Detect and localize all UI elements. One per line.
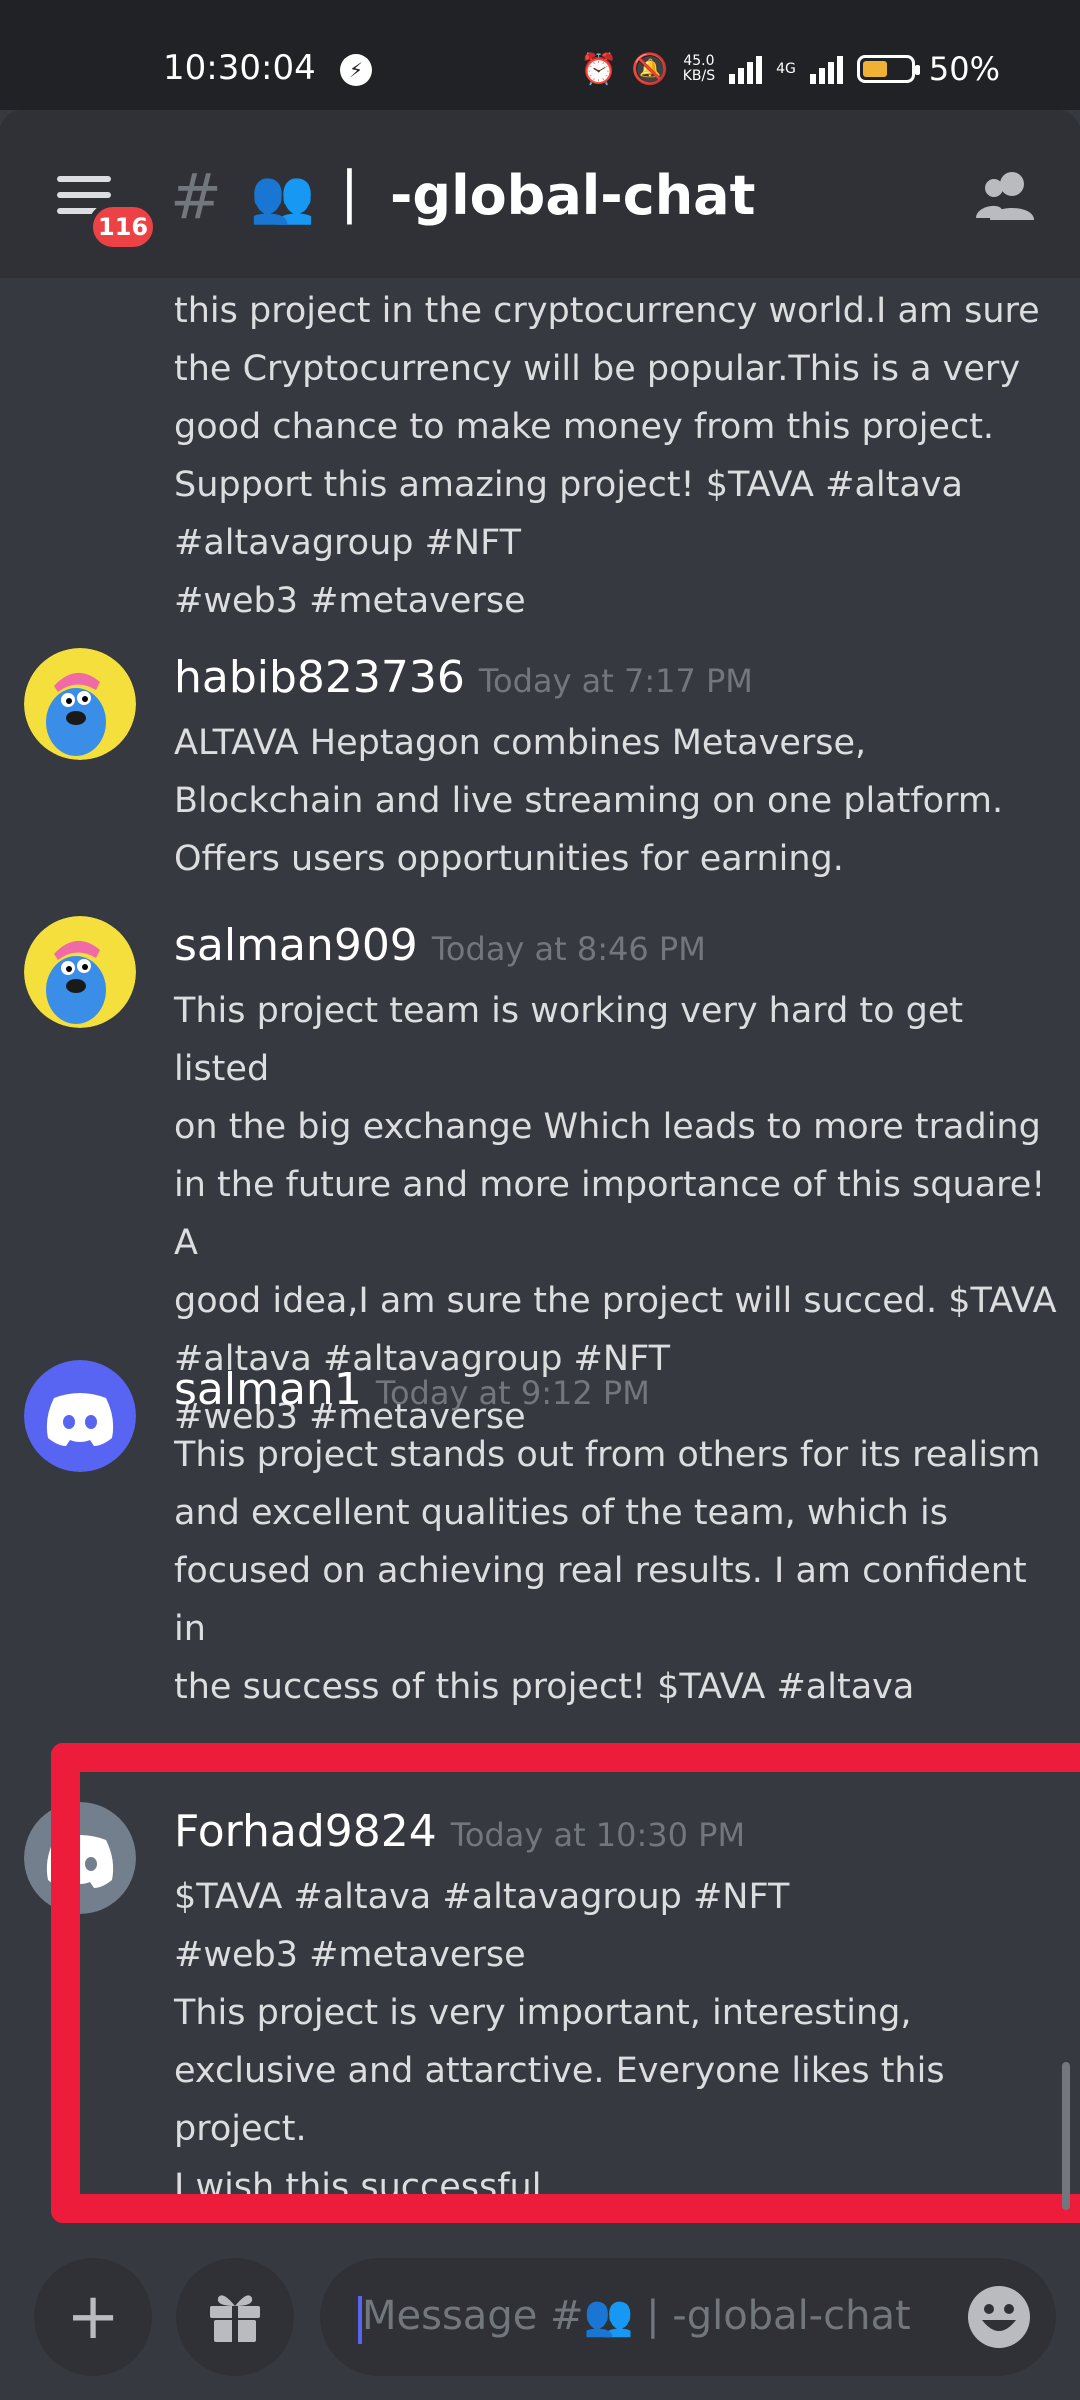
message-author[interactable]: habib823736 Today at 7:17 PM	[174, 652, 753, 703]
message-composer: + Message #👥 | -global-chat	[0, 2248, 1080, 2400]
wifi-signal-icon	[729, 54, 763, 84]
message-text: This project stands out from others for …	[174, 1435, 1041, 1707]
battery-percent: 50%	[928, 50, 1000, 88]
avatar[interactable]	[24, 916, 136, 1028]
mute-icon: 🔕	[631, 51, 669, 87]
channel-emoji: 👥	[250, 167, 315, 227]
network-speed-unit: KB/S	[682, 68, 716, 84]
author-name[interactable]: habib823736	[174, 652, 465, 703]
network-speed: 45.0 KB/S	[683, 54, 715, 84]
add-attachment-button[interactable]: +	[34, 2258, 152, 2376]
scrollbar-thumb[interactable]	[1062, 2062, 1070, 2210]
author-name[interactable]: salman909	[174, 920, 418, 971]
alarm-icon: ⏰	[580, 51, 618, 87]
message-input[interactable]: Message #👥 | -global-chat	[320, 2258, 1056, 2376]
message-timestamp: Today at 7:17 PM	[478, 662, 753, 700]
network-type: 4G	[776, 60, 796, 77]
message-timestamp: Today at 8:46 PM	[431, 930, 706, 968]
highlight-box	[51, 1743, 1080, 2223]
members-icon[interactable]	[972, 162, 1042, 232]
message-timestamp: Today at 9:12 PM	[375, 1374, 650, 1412]
discord-logo-icon[interactable]	[24, 1360, 136, 1472]
notification-badge: 116	[88, 202, 159, 252]
channel-hash-icon: #	[170, 160, 222, 233]
message-author[interactable]: salman909 Today at 8:46 PM	[174, 920, 706, 971]
channel-separator: |	[340, 160, 359, 225]
message-author[interactable]: salman1 Today at 9:12 PM	[174, 1364, 650, 1415]
status-icons: ⏰ 🔕 45.0 KB/S 4G 50%	[580, 50, 1000, 88]
network-speed-value: 45.0	[683, 53, 715, 69]
message-text: this project in the cryptocurrency world…	[174, 291, 1040, 621]
avatar[interactable]	[24, 648, 136, 760]
gift-icon	[210, 2295, 260, 2342]
messenger-notification-icon: ⚡	[340, 54, 372, 86]
smiley-emoji-icon[interactable]	[966, 2284, 1032, 2350]
battery-icon	[856, 55, 920, 83]
status-bar: 10:30:04 ⚡ ⏰ 🔕 45.0 KB/S 4G 50%	[0, 0, 1080, 110]
channel-name[interactable]: -global-chat	[390, 164, 755, 227]
message-input-placeholder: Message #👥 | -global-chat	[362, 2293, 911, 2339]
channel-header: 116 # 👥 | -global-chat	[0, 110, 1080, 278]
plus-icon: +	[66, 2280, 120, 2354]
gift-button[interactable]	[176, 2258, 294, 2376]
author-name[interactable]: salman1	[174, 1364, 362, 1415]
cell-signal-icon	[809, 54, 843, 84]
status-time: 10:30:04	[163, 48, 316, 88]
message-text: ALTAVA Heptagon combines Metaverse, Bloc…	[174, 723, 1004, 879]
